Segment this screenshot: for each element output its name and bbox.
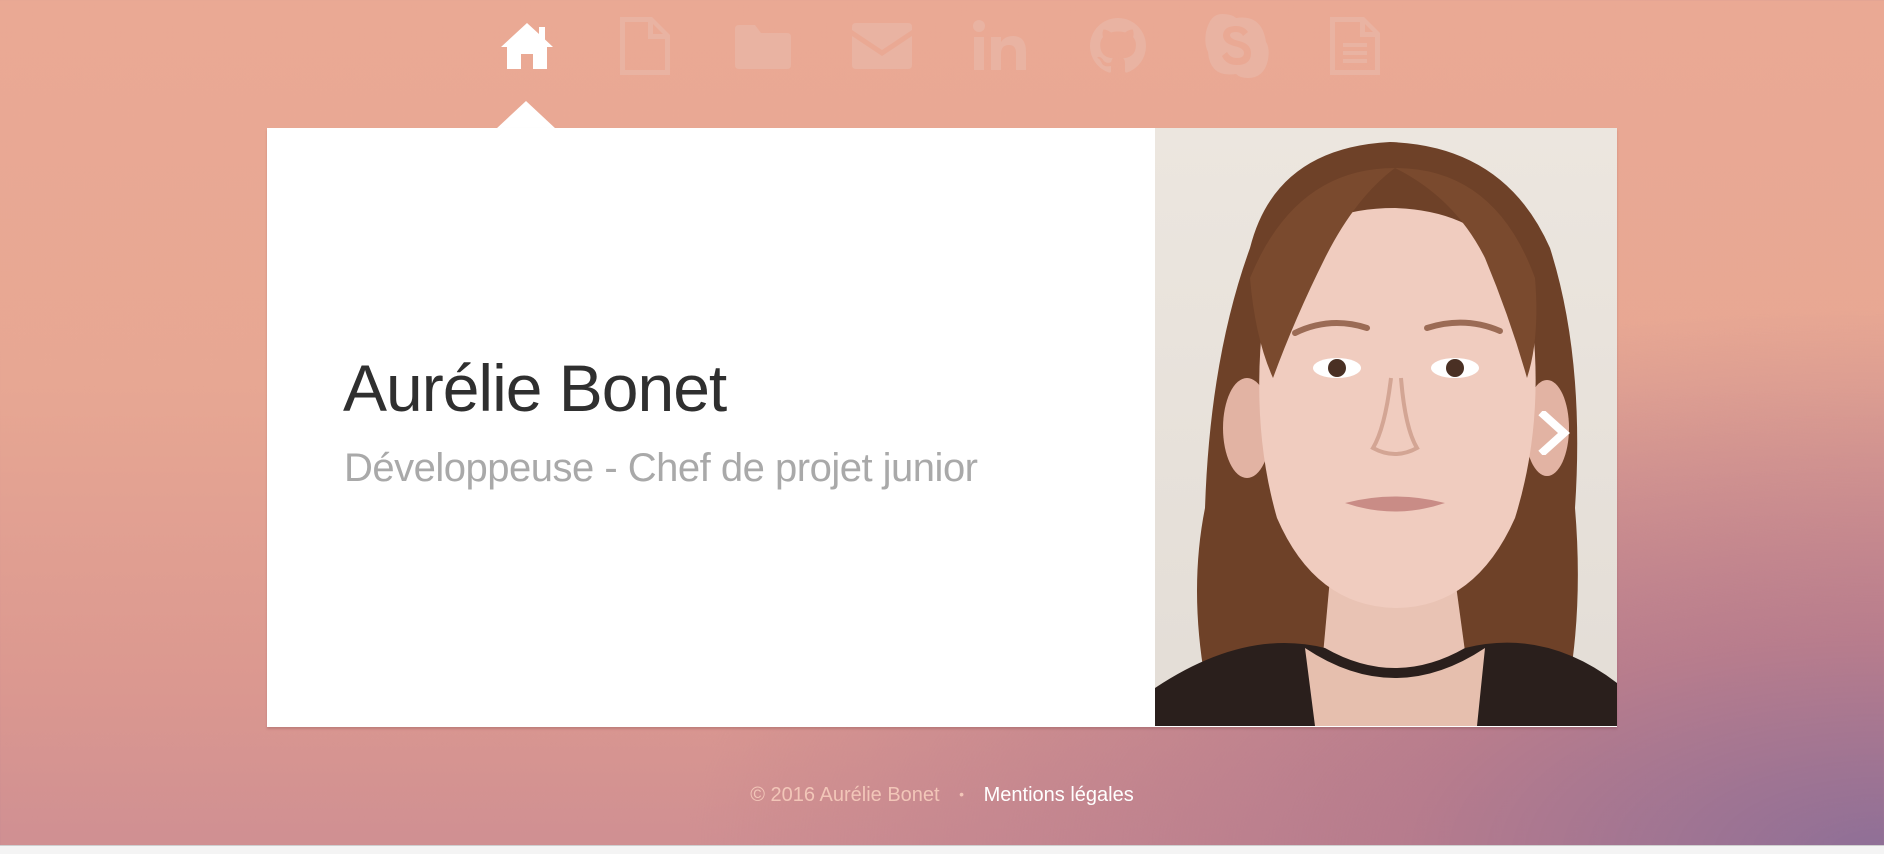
nav-linkedin[interactable] (964, 8, 1036, 84)
nav-github[interactable] (1082, 8, 1154, 84)
nav-folder[interactable] (727, 8, 799, 84)
nav-email[interactable] (846, 8, 918, 84)
github-icon (1090, 18, 1146, 73)
chevron-right-icon (1538, 409, 1570, 457)
footer-separator: • (959, 786, 965, 802)
browser-status-strip (0, 845, 1884, 854)
active-tab-pointer (496, 101, 556, 129)
nav-document[interactable] (609, 8, 681, 84)
nav-home[interactable] (491, 8, 563, 84)
linkedin-icon (973, 20, 1026, 70)
nav-skype[interactable] (1201, 8, 1273, 84)
top-nav (0, 0, 1884, 92)
copyright-text: © 2016 Aurélie Bonet (750, 784, 940, 806)
skype-icon (1205, 14, 1269, 78)
next-slide-button[interactable] (1536, 409, 1572, 457)
document-icon (620, 17, 670, 75)
folder-icon (735, 25, 791, 69)
envelope-icon (852, 23, 912, 69)
profile-card: Aurélie Bonet Développeuse - Chef de pro… (267, 128, 1617, 727)
profile-name: Aurélie Bonet (343, 351, 727, 425)
footer: © 2016 Aurélie Bonet • Mentions légales (0, 784, 1884, 807)
nav-resume[interactable] (1319, 8, 1391, 84)
home-icon (501, 23, 553, 69)
legal-notice-link[interactable]: Mentions légales (984, 784, 1134, 806)
profile-role: Développeuse - Chef de projet junior (344, 446, 978, 490)
file-text-icon (1330, 17, 1380, 75)
